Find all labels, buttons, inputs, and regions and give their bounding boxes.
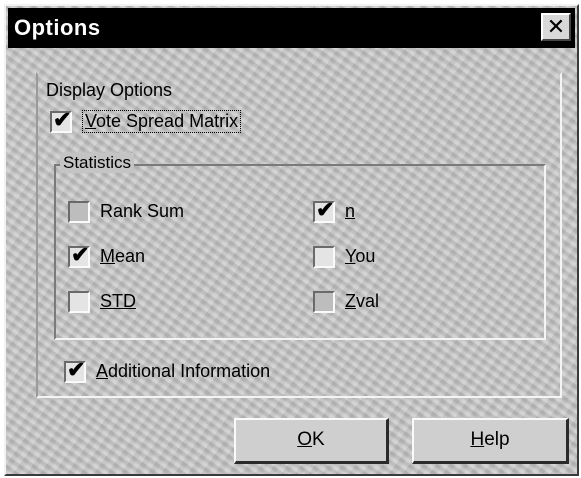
options-dialog: Options ✕ Display Options ✔ Vote Spread … <box>4 4 579 476</box>
help-button[interactable]: Help <box>412 418 569 464</box>
close-button[interactable]: ✕ <box>541 13 571 41</box>
title-bar[interactable]: Options ✕ <box>8 8 575 48</box>
dialog-title: Options <box>14 15 101 40</box>
ok-button[interactable]: OK <box>234 418 389 464</box>
display-options-group <box>36 72 562 398</box>
close-icon: ✕ <box>546 14 566 39</box>
